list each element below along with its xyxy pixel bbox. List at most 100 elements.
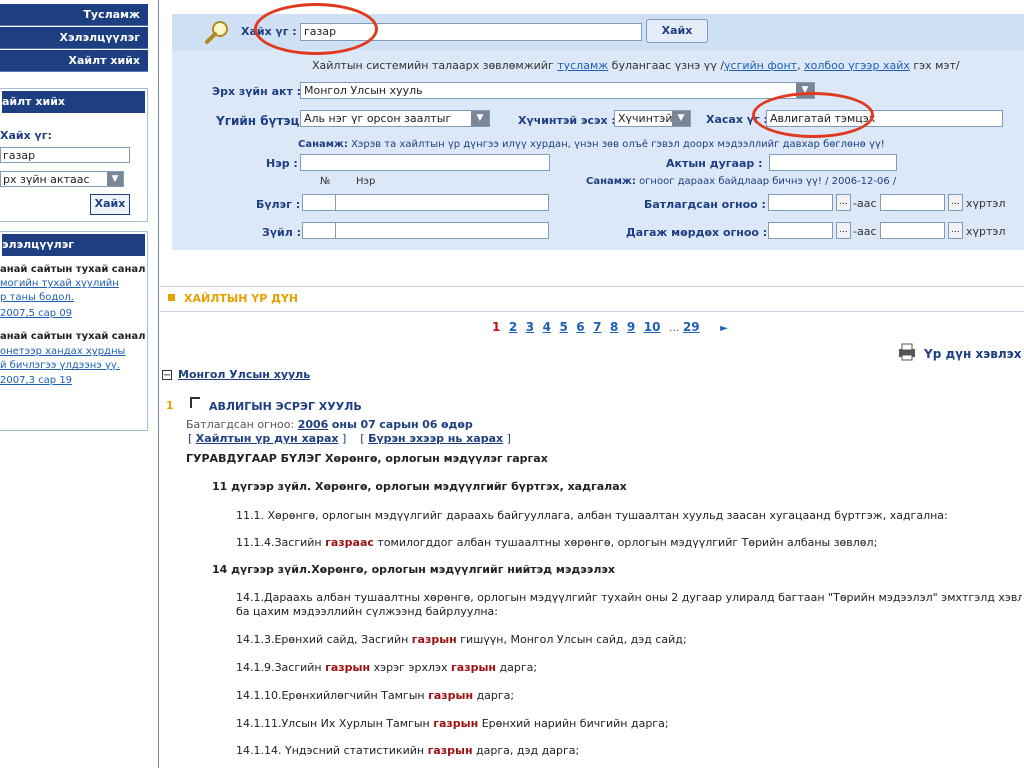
validity-select[interactable]: Хүчинтэй ▼ — [614, 110, 691, 127]
pagination: 1 2 3 4 5 6 7 8 9 10 ... 29 ► — [492, 320, 728, 334]
news-date[interactable]: 2007,3 сар 19 — [0, 375, 72, 386]
effective-date-label: Дагаж мөрдөх огноо : — [626, 226, 768, 239]
annotation-circle-keyword — [254, 3, 378, 55]
chevron-down-icon[interactable]: ▼ — [107, 172, 123, 186]
news-link[interactable]: й бичлэгээ үлдээнэ үү. — [0, 360, 120, 371]
search-button[interactable]: Хайх — [646, 19, 708, 43]
effective-to-picker[interactable]: ... — [948, 222, 963, 239]
result-approved-date: Батлагдсан огноо: 2006 оны 07 сарын 06 ө… — [186, 418, 473, 431]
left-sidebar: Тусламж Хэлэлцүүлэг Хайлт хийх айлт хийх… — [0, 0, 150, 768]
article-no-input[interactable] — [302, 222, 336, 239]
chapter-no-input[interactable] — [302, 194, 336, 211]
news-title: анай сайтын тухай санал — [0, 264, 146, 275]
article-name-input[interactable] — [335, 222, 549, 239]
nav-search[interactable]: Хайлт хийх — [0, 50, 148, 72]
page-link[interactable]: 7 — [593, 320, 601, 334]
next-page-icon[interactable]: ► — [720, 323, 728, 334]
effective-from-input[interactable] — [768, 222, 833, 239]
content-p11-1: 11.1. Хөрөнгө, орлогын мэдүүлгийг дараах… — [236, 509, 948, 522]
page-link[interactable]: 2 — [509, 320, 517, 334]
sidebar-discussion-title: элэлцүүлэг — [2, 234, 145, 256]
act-select[interactable]: Монгол Улсын хууль ▼ — [300, 82, 815, 99]
approved-to-picker[interactable]: ... — [948, 194, 963, 211]
structure-label: Үгийн бүтэц : — [216, 114, 309, 128]
content-p14-1-3: 14.1.3.Ерөнхий сайд, Засгийн газрын гишү… — [236, 633, 687, 646]
effective-from-picker[interactable]: ... — [836, 222, 851, 239]
page-link[interactable]: 4 — [543, 320, 551, 334]
collapse-icon[interactable]: − — [162, 370, 172, 381]
structure-select[interactable]: Аль нэг үг орсон заалтыг ▼ — [300, 110, 490, 127]
sidebar-search-panel: айлт хийх Хайх үг: газар рх зүйн актаас … — [0, 88, 148, 222]
structure-select-value: Аль нэг үг орсон заалтыг — [304, 112, 452, 125]
news-date[interactable]: 2007,5 сар 09 — [0, 308, 72, 319]
content-article-14: 14 дүгээр зүйл.Хөрөнгө, орлогын мэдүүлги… — [212, 563, 616, 576]
news-link[interactable]: р таны бодол. — [0, 292, 74, 303]
page-link[interactable]: 9 — [627, 320, 635, 334]
sidebar-keyword-label: Хайх үг: — [0, 129, 52, 142]
phrase-search-link[interactable]: холбоо үгээр хайх — [804, 59, 910, 72]
chapter-name-input[interactable] — [335, 194, 549, 211]
content-p14-1-14: 14.1.14. Үндэсний статистикийн газрын да… — [236, 744, 580, 757]
effective-to-input[interactable] — [880, 222, 945, 239]
approved-to-input[interactable] — [880, 194, 945, 211]
font-link[interactable]: үсгийн фонт — [724, 59, 797, 72]
act-select-value: Монгол Улсын хууль — [304, 84, 423, 97]
results-title: ХАЙЛТЫН ҮР ДҮН — [184, 292, 299, 305]
result-checkbox[interactable] — [190, 397, 200, 408]
help-link[interactable]: тусламж — [557, 59, 608, 72]
page-link[interactable]: 29 — [683, 320, 700, 334]
print-results-link[interactable]: Үр дүн хэвлэх — [924, 347, 1022, 361]
news-title: анай сайтын тухай санал — [0, 331, 146, 342]
annotation-circle-exclude — [752, 92, 874, 138]
page-link[interactable]: 6 — [576, 320, 584, 334]
approved-from-picker[interactable]: ... — [836, 194, 851, 211]
view-full-link[interactable]: Бүрэн эхээр нь харах — [368, 432, 503, 445]
result-number: 1 — [166, 399, 174, 412]
column-divider — [158, 0, 159, 768]
page-link[interactable]: 10 — [644, 320, 661, 334]
sidebar-scope-select[interactable]: рх зүйн актаас ▼ — [0, 171, 124, 187]
chevron-down-icon[interactable]: ▼ — [672, 111, 690, 126]
sidebar-keyword-input[interactable]: газар — [0, 147, 130, 163]
content-article-11: 11 дүгээр зүйл. Хөрөнгө, орлогын мэдүүлг… — [212, 480, 627, 493]
chevron-down-icon[interactable]: ▼ — [471, 111, 489, 126]
note-2: Санамж: огноог дараах байдлаар бичнэ үү!… — [586, 176, 897, 187]
bullet-icon — [168, 294, 175, 301]
sidebar-search-title: айлт хийх — [2, 91, 145, 113]
name-input[interactable] — [300, 154, 550, 171]
nav-discussion[interactable]: Хэлэлцүүлэг — [0, 27, 148, 49]
content-p14-1-b: ба цахим мэдээллийн сүлжээнд байрлуулна: — [236, 605, 499, 618]
sidebar-search-button[interactable]: Хайх — [90, 194, 130, 215]
page-current[interactable]: 1 — [492, 320, 500, 334]
result-title[interactable]: АВЛИГЫН ЭСРЭГ ХУУЛЬ — [209, 400, 362, 413]
act-number-input[interactable] — [769, 154, 897, 171]
approved-from-input[interactable] — [768, 194, 833, 211]
name-label: Нэр : — [266, 157, 298, 170]
help-text: Хайлтын системийн талаарх зөвлөмжийг тус… — [312, 59, 960, 72]
article-label: Зүйл : — [262, 226, 301, 239]
page-link[interactable]: 8 — [610, 320, 618, 334]
group-link[interactable]: Монгол Улсын хууль — [178, 368, 310, 381]
validity-label: Хүчинтэй эсэх : — [518, 114, 616, 127]
chapter-label: Бүлэг : — [256, 198, 301, 211]
from-text: -аас — [853, 197, 877, 210]
content-p14-1-9: 14.1.9.Засгийн газрын хэрэг эрхлэх газры… — [236, 661, 538, 674]
result-links: [ Хайлтын үр дүн харах ] [ Бүрэн эхээр н… — [188, 432, 511, 445]
news-link[interactable]: могийн тухай хуулийн — [0, 278, 119, 289]
content-p11-1-4: 11.1.4.Засгийн газраас томилогддог албан… — [236, 536, 878, 549]
validity-select-value: Хүчинтэй — [618, 112, 673, 125]
pager-ellipsis: ... — [668, 321, 680, 334]
act-number-label: Актын дугаар : — [666, 157, 763, 170]
from-text: -аас — [853, 225, 877, 238]
page-link[interactable]: 5 — [559, 320, 567, 334]
printer-icon[interactable] — [896, 342, 918, 362]
results-header-bar: ХАЙЛТЫН ҮР ДҮН — [160, 286, 1024, 312]
view-result-link[interactable]: Хайлтын үр дүн харах — [196, 432, 339, 445]
nav-help[interactable]: Тусламж — [0, 4, 148, 26]
page-link[interactable]: 3 — [526, 320, 534, 334]
content-chapter: ГУРАВДУГААР БҮЛЭГ Хөрөнгө, орлогын мэдүү… — [186, 452, 548, 465]
news-link[interactable]: онетээр хандах хурдны — [0, 346, 125, 357]
approved-date-label: Батлагдсан огноо : — [644, 198, 766, 211]
magnifier-icon — [205, 21, 228, 44]
col-no: № — [320, 176, 331, 187]
